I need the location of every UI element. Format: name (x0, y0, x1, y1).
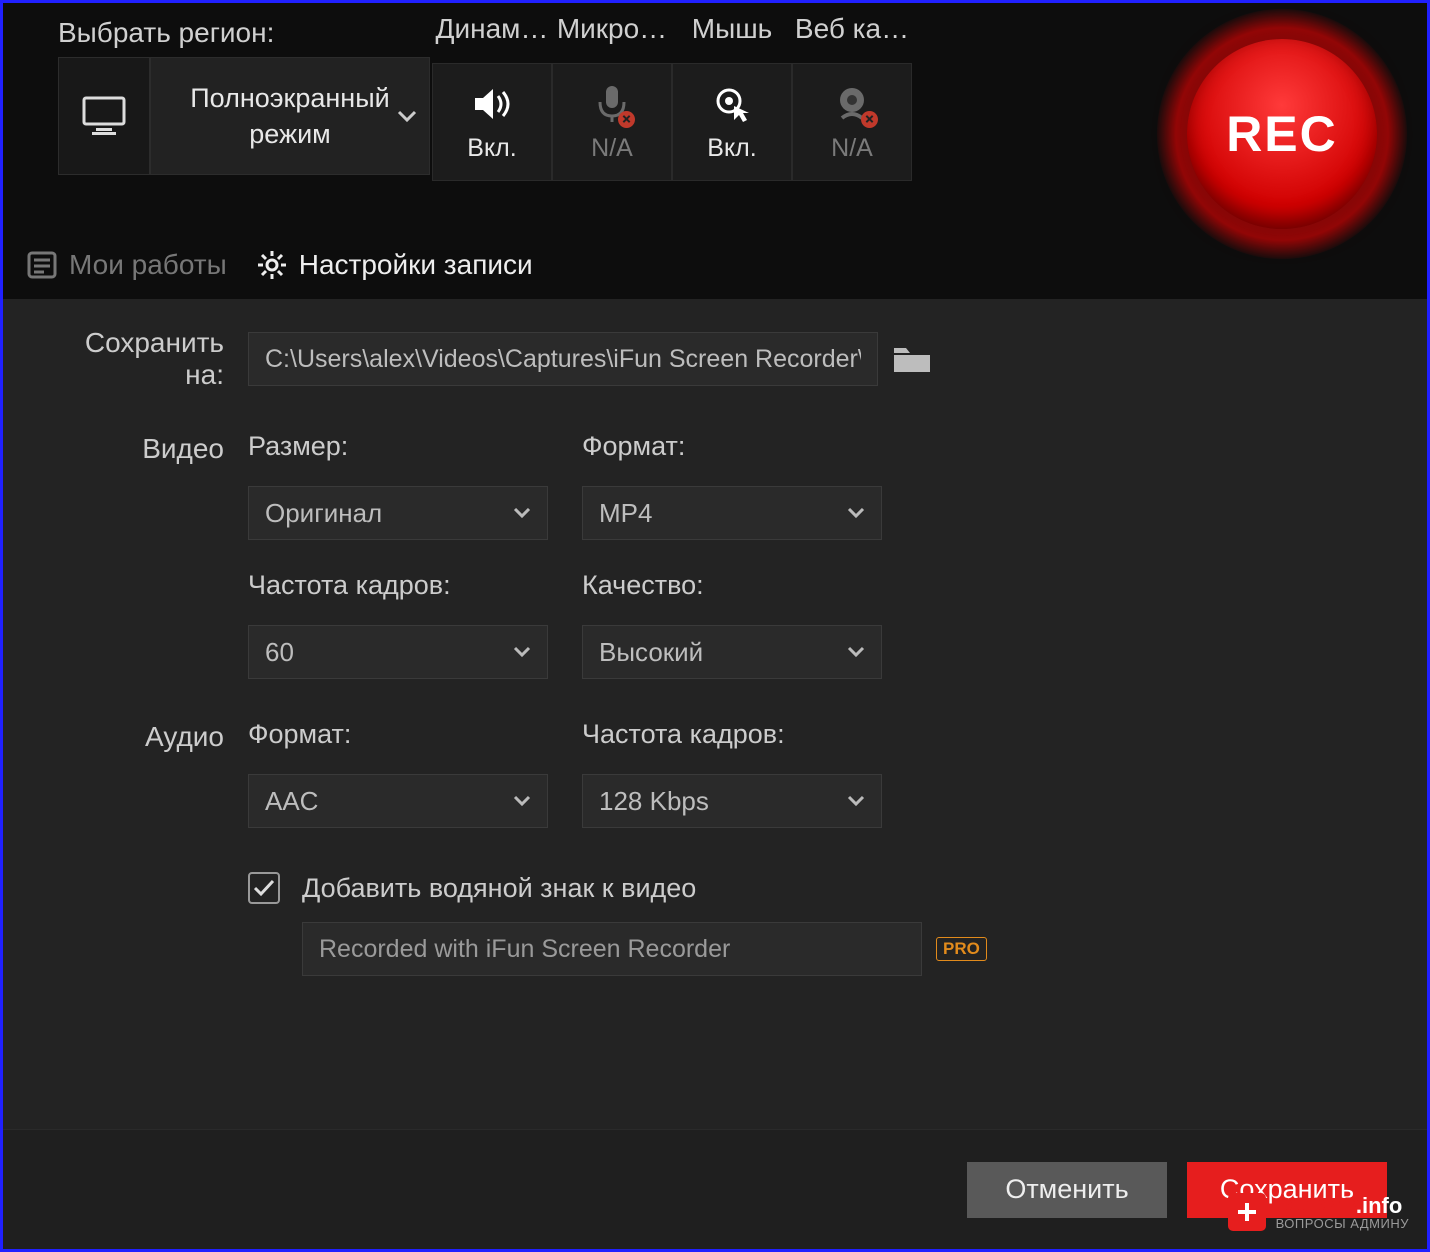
video-section: Видео Размер: Оригинал Формат: MP4 (58, 431, 1387, 679)
quality-select[interactable]: Высокий (582, 625, 882, 679)
gear-icon (257, 250, 287, 280)
tab-my-works[interactable]: Мои работы (27, 249, 227, 281)
toggle-mouse-head: Мышь (672, 15, 792, 55)
top-bar: Выбрать регион: Полноэкранный режим (3, 3, 1427, 221)
toggle-group: Динам… Вкл. Микро… (432, 57, 912, 181)
disabled-badge-icon (861, 111, 878, 128)
folder-icon (892, 342, 932, 376)
aformat-select[interactable]: AAC (248, 774, 548, 828)
chevron-down-icon (513, 646, 531, 658)
region-mode-select[interactable]: Полноэкранный режим (150, 57, 430, 175)
pro-badge: PRO (936, 937, 987, 961)
check-icon (253, 879, 275, 897)
webcam-icon (832, 82, 872, 126)
size-select[interactable]: Оригинал (248, 486, 548, 540)
toggle-mouse-status: Вкл. (707, 134, 756, 163)
tab-record-settings-label: Настройки записи (299, 249, 533, 281)
chevron-down-icon (397, 109, 417, 123)
aformat-label: Формат: (248, 719, 568, 750)
vformat-value: MP4 (599, 498, 652, 529)
record-button[interactable]: REC (1187, 39, 1377, 229)
app-window: Выбрать регион: Полноэкранный режим (0, 0, 1430, 1252)
save-path-input[interactable] (248, 332, 878, 386)
brand-name: OCOMP.info (1276, 1195, 1409, 1217)
vformat-select[interactable]: MP4 (582, 486, 882, 540)
toggle-mic-status: N/A (591, 134, 633, 163)
cursor-icon (712, 82, 752, 126)
watermark-text-input[interactable] (302, 922, 922, 976)
monitor-icon (82, 96, 126, 136)
browse-folder-button[interactable] (892, 342, 932, 376)
region-mode-label: Полноэкранный режим (151, 80, 429, 153)
abitrate-value: 128 Kbps (599, 786, 709, 817)
brand-tagline: ВОПРОСЫ АДМИНУ (1276, 1217, 1409, 1230)
audio-section-label: Аудио (58, 719, 248, 753)
toggle-mic[interactable]: Микро… N/A (552, 57, 672, 181)
toggle-speaker-head: Динам… (432, 15, 552, 55)
cancel-label: Отменить (1005, 1174, 1128, 1205)
region-icon-button[interactable] (58, 57, 150, 175)
fps-label: Частота кадров: (248, 570, 568, 601)
watermark-input-row: PRO (302, 922, 1387, 976)
footer: Отменить Сохранить (3, 1129, 1427, 1249)
tab-my-works-label: Мои работы (69, 249, 227, 281)
disabled-badge-icon (618, 111, 635, 128)
rec-label: REC (1226, 105, 1338, 163)
video-section-label: Видео (58, 431, 248, 465)
toggle-webcam-status: N/A (831, 134, 873, 163)
chevron-down-icon (847, 507, 865, 519)
quality-value: Высокий (599, 637, 703, 668)
watermark-check-row: Добавить водяной знак к видео (248, 872, 1387, 904)
save-path-label: Сохранить на: (58, 327, 248, 391)
chevron-down-icon (847, 795, 865, 807)
speaker-icon (471, 82, 513, 126)
list-icon (27, 250, 57, 280)
aformat-value: AAC (265, 786, 318, 817)
fps-select[interactable]: 60 (248, 625, 548, 679)
toggle-mic-head: Микро… (552, 15, 672, 55)
abitrate-select[interactable]: 128 Kbps (582, 774, 882, 828)
tab-record-settings[interactable]: Настройки записи (257, 249, 533, 281)
toggle-speaker[interactable]: Динам… Вкл. (432, 57, 552, 181)
watermark-check-label: Добавить водяной знак к видео (302, 873, 696, 904)
site-watermark: OCOMP.info ВОПРОСЫ АДМИНУ (1228, 1193, 1409, 1231)
fps-value: 60 (265, 637, 294, 668)
toggle-webcam-head: Веб ка… (792, 15, 912, 55)
toggle-speaker-status: Вкл. (467, 134, 516, 163)
chevron-down-icon (847, 646, 865, 658)
settings-panel: Сохранить на: Видео Размер: Оригинал (3, 299, 1427, 1235)
size-label: Размер: (248, 431, 568, 462)
toggle-webcam[interactable]: Веб ка… N/A (792, 57, 912, 181)
toggle-mouse[interactable]: Мышь Вкл. (672, 57, 792, 181)
cancel-button[interactable]: Отменить (967, 1162, 1167, 1218)
plus-icon (1228, 1193, 1266, 1231)
vformat-label: Формат: (582, 431, 902, 462)
size-value: Оригинал (265, 498, 382, 529)
rec-button-wrap: REC (1157, 9, 1407, 259)
audio-section: Аудио Формат: AAC Частота кадров: 128 Kb… (58, 719, 1387, 828)
quality-label: Качество: (582, 570, 902, 601)
watermark-checkbox[interactable] (248, 872, 280, 904)
chevron-down-icon (513, 507, 531, 519)
region-box: Полноэкранный режим (58, 57, 430, 175)
abitrate-label: Частота кадров: (582, 719, 902, 750)
mic-icon (595, 82, 629, 126)
save-path-row: Сохранить на: (58, 327, 1387, 391)
chevron-down-icon (513, 795, 531, 807)
